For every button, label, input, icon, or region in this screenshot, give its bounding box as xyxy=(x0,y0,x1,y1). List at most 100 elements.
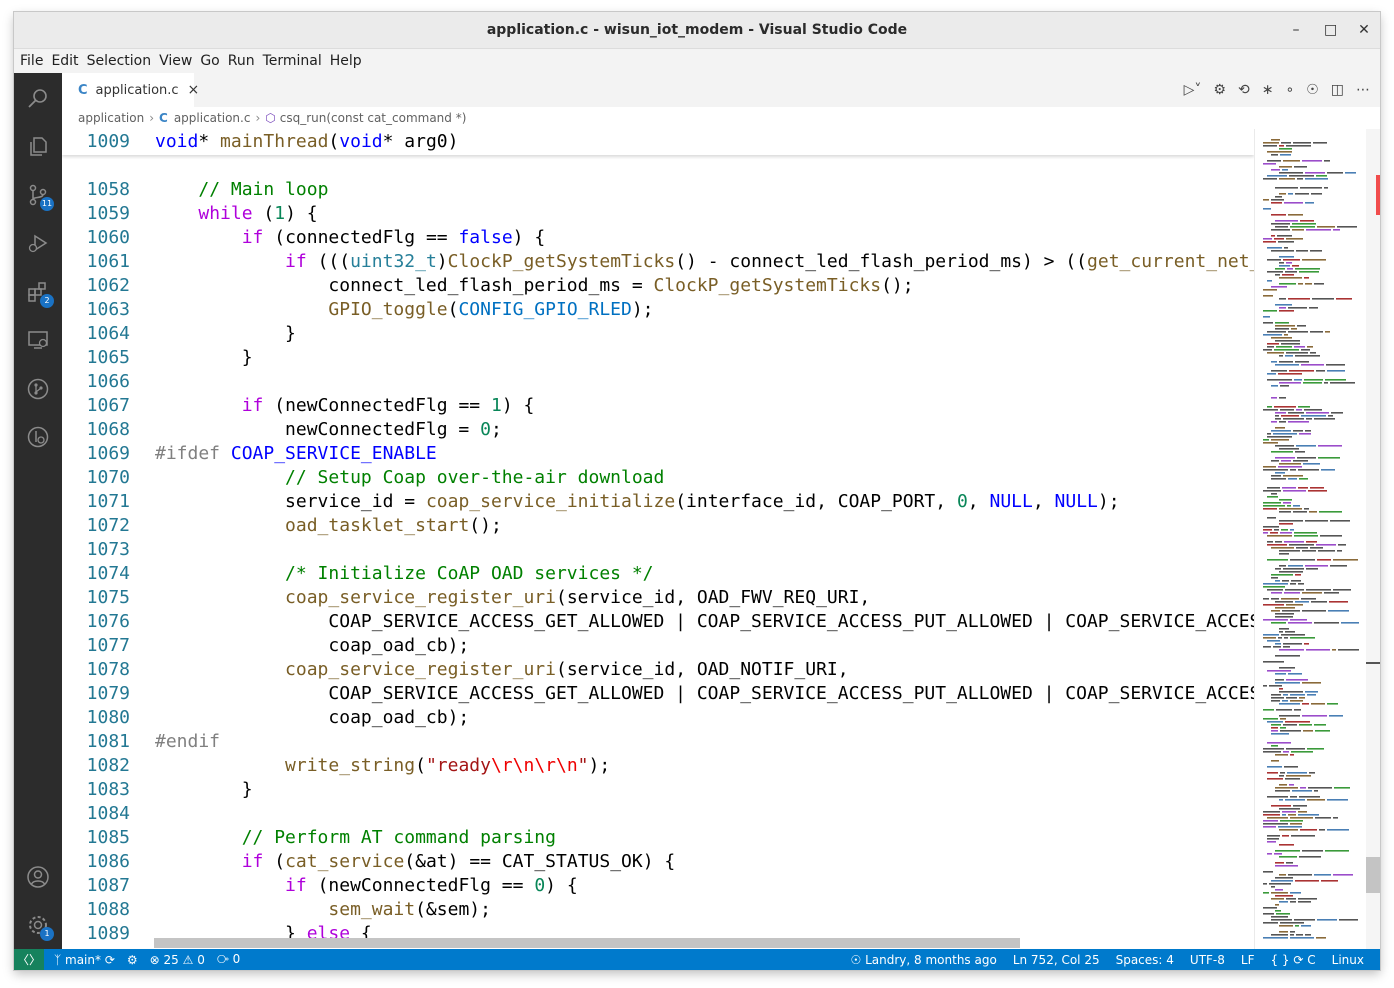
code-line[interactable]: 1058 // Main loop xyxy=(62,178,1254,202)
close-window-icon[interactable]: ✕ xyxy=(1358,22,1370,38)
run-code-icon[interactable]: ▷˅ xyxy=(1184,82,1202,98)
language-mode[interactable]: { } ⟳ C xyxy=(1270,953,1315,967)
minimap-code-mark xyxy=(1288,874,1312,876)
branch-indicator[interactable]: ᛉ main* ⟳ xyxy=(54,953,115,967)
ports-indicator[interactable]: ⧂ 0 xyxy=(217,952,240,967)
code-line[interactable]: 1070 // Setup Coap over-the-air download xyxy=(62,466,1254,490)
breadcrumb-folder[interactable]: application xyxy=(78,111,144,125)
code-line[interactable]: 1064 } xyxy=(62,322,1254,346)
menu-terminal[interactable]: Terminal xyxy=(261,53,328,69)
code-line[interactable]: 1060 if (connectedFlg == false) { xyxy=(62,226,1254,250)
code-line[interactable]: 1086 if (cat_service(&at) == CAT_STATUS_… xyxy=(62,850,1254,874)
account-icon[interactable] xyxy=(26,865,50,889)
code-token: (); xyxy=(881,275,914,296)
run-debug-icon[interactable] xyxy=(26,231,50,255)
code-line[interactable]: 1075 coap_service_register_uri(service_i… xyxy=(62,586,1254,610)
minimap-code-mark xyxy=(1271,337,1292,339)
minimap[interactable] xyxy=(1254,129,1367,949)
code-line[interactable]: 1077 coap_oad_cb); xyxy=(62,634,1254,658)
code-line[interactable]: 1081 #endif xyxy=(62,730,1254,754)
source-control-icon[interactable]: 11 xyxy=(26,183,54,211)
minimap-code-mark xyxy=(1271,370,1287,372)
code-line[interactable]: 1084 xyxy=(62,802,1254,826)
minimap-code-mark xyxy=(1267,280,1272,282)
breadcrumb-file[interactable]: application.c xyxy=(174,111,251,125)
gear-icon[interactable]: ⚙ xyxy=(1213,82,1226,98)
horizontal-scrollbar-thumb[interactable] xyxy=(154,938,1020,948)
minimap-code-mark xyxy=(1267,517,1276,519)
explorer-search-icon[interactable] xyxy=(26,87,50,111)
sticky-scroll-header[interactable]: 1009 void* mainThread(void* arg0) xyxy=(62,129,1254,155)
code-line[interactable]: 1068 newConnectedFlg = 0; xyxy=(62,418,1254,442)
menu-run[interactable]: Run xyxy=(226,53,261,69)
code-line[interactable]: 1067 if (newConnectedFlg == 1) { xyxy=(62,394,1254,418)
settings-gear-icon[interactable]: 1 xyxy=(26,913,54,941)
indentation[interactable]: Spaces: 4 xyxy=(1116,953,1174,967)
code-line[interactable]: 1074 /* Initialize CoAP OAD services */ xyxy=(62,562,1254,586)
next-revision-icon[interactable]: ∘ xyxy=(1285,82,1294,98)
code-line[interactable]: 1083 } xyxy=(62,778,1254,802)
split-editor-icon[interactable]: ◫ xyxy=(1331,82,1344,98)
code-line[interactable]: 1059 while (1) { xyxy=(62,202,1254,226)
files-explorer-icon[interactable] xyxy=(26,134,50,158)
code-line[interactable]: 1071 service_id = coap_service_initializ… xyxy=(62,490,1254,514)
minimap-code-mark xyxy=(1263,586,1285,588)
minimap-code-mark xyxy=(1279,463,1301,465)
minimap-code-mark xyxy=(1263,238,1272,240)
blame-icon[interactable]: ☉ xyxy=(1306,82,1319,98)
minimap-code-mark xyxy=(1263,199,1269,201)
tab-application-c[interactable]: C application.c × xyxy=(62,73,199,107)
code-line[interactable]: 1087 if (newConnectedFlg == 0) { xyxy=(62,874,1254,898)
code-line[interactable]: 1073 xyxy=(62,538,1254,562)
gitlens-status-icon[interactable]: ⚙ xyxy=(127,953,138,967)
minimap-code-mark xyxy=(1263,820,1278,822)
code-line[interactable]: 1069 #ifdef COAP_SERVICE_ENABLE xyxy=(62,442,1254,466)
os-indicator[interactable]: Linux xyxy=(1332,953,1364,967)
code-line[interactable]: 1072 oad_tasklet_start(); xyxy=(62,514,1254,538)
menu-file[interactable]: File xyxy=(18,53,49,69)
cursor-position[interactable]: Ln 752, Col 25 xyxy=(1013,953,1100,967)
code-line[interactable]: 1079 COAP_SERVICE_ACCESS_GET_ALLOWED | C… xyxy=(62,682,1254,706)
maximize-icon[interactable]: □ xyxy=(1324,22,1337,38)
code-line[interactable]: 1066 xyxy=(62,370,1254,394)
code-line[interactable]: 1088 sem_wait(&sem); xyxy=(62,898,1254,922)
code-line[interactable]: 1082 write_string("ready\r\n\r\n"); xyxy=(62,754,1254,778)
code-line[interactable]: 1078 coap_service_register_uri(service_i… xyxy=(62,658,1254,682)
remote-indicator-icon[interactable]: 〈〉 xyxy=(14,949,44,970)
code-line[interactable]: 1085 // Perform AT command parsing xyxy=(62,826,1254,850)
menu-help[interactable]: Help xyxy=(328,53,368,69)
menu-view[interactable]: View xyxy=(157,53,198,69)
more-actions-icon[interactable]: ⋯ xyxy=(1356,82,1370,98)
minimap-code-mark xyxy=(1263,604,1284,606)
code-line[interactable]: 1065 } xyxy=(62,346,1254,370)
code-line[interactable]: 1063 GPIO_toggle(CONFIG_GPIO_RLED); xyxy=(62,298,1254,322)
tab-close-icon[interactable]: × xyxy=(188,82,200,98)
remote-explorer-icon[interactable] xyxy=(26,328,50,352)
gitlens-icon[interactable] xyxy=(26,425,50,449)
problems-indicator[interactable]: ⊗ 25 ⚠ 0 xyxy=(150,953,205,967)
code-editor[interactable]: 1009 void* mainThread(void* arg0) 1058 //… xyxy=(62,129,1254,949)
minimap-code-mark xyxy=(1275,220,1298,222)
code-line[interactable]: 1061 if (((uint32_t)ClockP_getSystemTick… xyxy=(62,250,1254,274)
editor-toolbar: ▷˅ ⚙ ⟲ ∗ ∘ ☉ ◫ ⋯ xyxy=(1184,73,1370,107)
scrollbar-thumb[interactable] xyxy=(1366,857,1380,893)
end-of-line[interactable]: LF xyxy=(1241,953,1255,967)
git-blame-status[interactable]: ☉ Landry, 8 months ago xyxy=(851,953,997,967)
git-graph-icon[interactable] xyxy=(26,377,50,401)
code-line[interactable]: 1062 connect_led_flash_period_ms = Clock… xyxy=(62,274,1254,298)
vertical-scrollbar[interactable] xyxy=(1366,129,1380,949)
menu-go[interactable]: Go xyxy=(198,53,225,69)
menu-edit[interactable]: Edit xyxy=(49,53,84,69)
code-token: "ready xyxy=(425,755,491,776)
code-line[interactable]: 1076 COAP_SERVICE_ACCESS_GET_ALLOWED | C… xyxy=(62,610,1254,634)
breadcrumb-symbol[interactable]: csq_run(const cat_command *) xyxy=(280,111,467,125)
minimize-icon[interactable]: – xyxy=(1290,22,1302,38)
code-line[interactable]: 1080 coap_oad_cb); xyxy=(62,706,1254,730)
extensions-icon[interactable]: 2 xyxy=(26,280,54,308)
open-changes-icon[interactable]: ⟲ xyxy=(1238,82,1250,98)
line-number: 1068 xyxy=(86,419,130,440)
previous-revision-icon[interactable]: ∗ xyxy=(1262,82,1274,98)
minimap-code-mark xyxy=(1302,715,1327,717)
encoding[interactable]: UTF-8 xyxy=(1190,953,1225,967)
menu-selection[interactable]: Selection xyxy=(85,53,158,69)
